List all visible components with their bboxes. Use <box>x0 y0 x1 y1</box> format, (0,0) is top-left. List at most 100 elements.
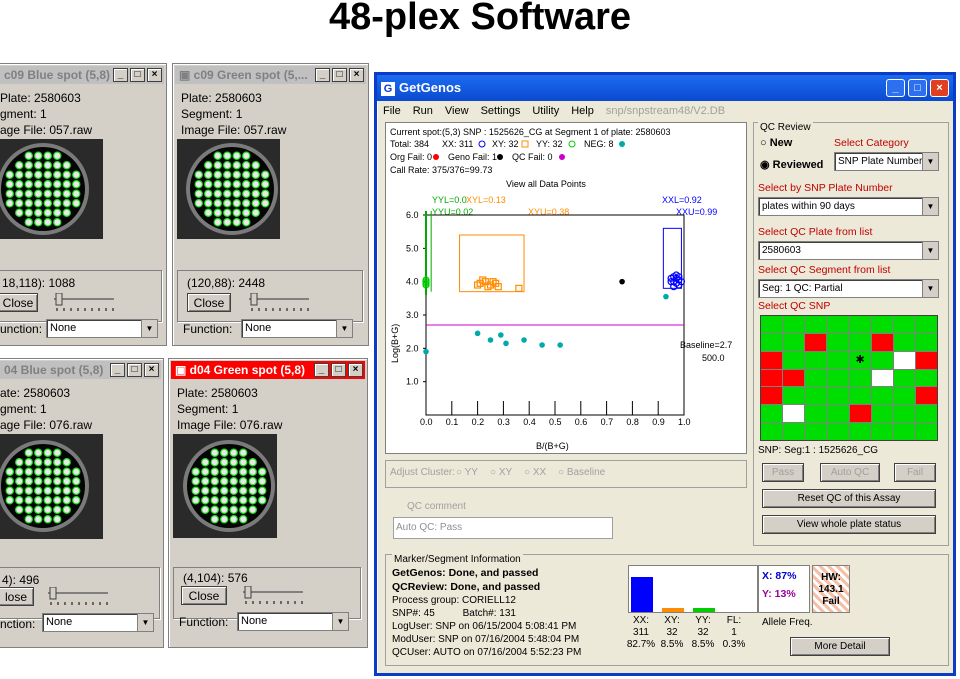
function-select[interactable]: None ▼ <box>42 613 154 632</box>
snp-grid-cell[interactable] <box>761 423 783 440</box>
close-button[interactable]: Close <box>181 586 227 605</box>
chevron-down-icon[interactable]: ▼ <box>336 320 352 337</box>
snp-grid-cell[interactable] <box>783 423 805 440</box>
snp-grid-cell[interactable] <box>849 316 871 333</box>
snp-grid-cell[interactable] <box>915 369 937 387</box>
maximize-button[interactable]: □ <box>908 79 927 97</box>
minimize-button[interactable]: _ <box>886 79 905 97</box>
view-plate-status-button[interactable]: View whole plate status <box>762 515 936 534</box>
snp-grid-cell[interactable] <box>893 333 915 351</box>
threshold-slider[interactable] <box>46 586 110 607</box>
radio-xy[interactable]: ○ XY <box>490 467 512 478</box>
close-button[interactable]: Close <box>0 293 38 312</box>
snp-grid-cell[interactable] <box>805 369 827 387</box>
snp-grid-cell[interactable] <box>827 333 849 351</box>
snp-grid-cell[interactable] <box>893 351 915 369</box>
snp-grid-cell[interactable] <box>849 369 871 387</box>
pass-button[interactable]: Pass <box>762 463 804 482</box>
snp-grid-cell[interactable] <box>893 387 915 405</box>
close-button[interactable]: Close <box>187 293 231 312</box>
snp-grid-cell[interactable] <box>783 333 805 351</box>
snp-plate-select[interactable]: plates within 90 days ▼ <box>758 197 939 216</box>
radio-yy[interactable]: ○ YY <box>456 467 478 478</box>
qc-comment-input[interactable]: Auto QC: Pass <box>393 517 613 539</box>
minimize-button[interactable]: _ <box>113 68 128 82</box>
snp-grid-cell[interactable] <box>915 387 937 405</box>
minimize-button[interactable]: _ <box>315 68 330 82</box>
snp-grid-cell[interactable] <box>761 351 783 369</box>
chevron-down-icon[interactable]: ▼ <box>922 280 938 297</box>
function-select[interactable]: None ▼ <box>241 319 353 338</box>
close-window-button[interactable]: × <box>144 363 159 377</box>
snp-grid-cell[interactable] <box>761 369 783 387</box>
fail-button[interactable]: Fail <box>894 463 936 482</box>
threshold-slider[interactable] <box>52 292 116 313</box>
title-bar[interactable]: G GetGenos <box>377 75 953 101</box>
chevron-down-icon[interactable]: ▼ <box>141 320 157 337</box>
close-window-button[interactable]: × <box>930 79 949 97</box>
snp-grid-cell[interactable] <box>849 333 871 351</box>
snp-grid-cell[interactable] <box>849 387 871 405</box>
chevron-down-icon[interactable]: ▼ <box>922 242 938 259</box>
function-select[interactable]: None ▼ <box>237 612 349 631</box>
selected-snp-cell[interactable]: ✱ <box>849 351 871 369</box>
snp-grid-cell[interactable] <box>805 333 827 351</box>
snp-grid-cell[interactable] <box>893 423 915 440</box>
snp-grid-cell[interactable] <box>915 423 937 440</box>
auto-qc-button[interactable]: Auto QC <box>820 463 880 482</box>
snp-grid-cell[interactable] <box>761 333 783 351</box>
threshold-slider[interactable] <box>241 585 305 606</box>
snp-grid-cell[interactable] <box>893 405 915 423</box>
menu-utility[interactable]: Utility <box>532 105 559 121</box>
snp-grid[interactable]: ✱ <box>760 315 938 441</box>
snp-grid-cell[interactable] <box>827 405 849 423</box>
snp-grid-cell[interactable] <box>893 369 915 387</box>
snp-grid-cell[interactable] <box>783 369 805 387</box>
menu-help[interactable]: Help <box>571 105 594 121</box>
snp-grid-cell[interactable] <box>805 423 827 440</box>
snp-grid-cell[interactable] <box>805 405 827 423</box>
snp-grid-cell[interactable] <box>783 387 805 405</box>
close-window-button[interactable]: × <box>147 68 162 82</box>
snp-grid-cell[interactable] <box>871 423 893 440</box>
menu-run[interactable]: Run <box>413 105 433 121</box>
maximize-button[interactable]: □ <box>331 363 346 377</box>
scatter-plot[interactable]: Current spot:(5,3) SNP : 1525626_CG at S… <box>386 123 748 455</box>
snp-grid-cell[interactable] <box>827 351 849 369</box>
close-button[interactable]: lose <box>0 587 34 606</box>
snp-grid-cell[interactable] <box>915 316 937 333</box>
menu-settings[interactable]: Settings <box>481 105 521 121</box>
snp-grid-cell[interactable] <box>849 423 871 440</box>
radio-baseline[interactable]: ○ Baseline <box>558 467 605 478</box>
snp-grid-cell[interactable] <box>783 405 805 423</box>
radio-new[interactable]: ○ New <box>760 137 792 149</box>
snp-grid-cell[interactable] <box>915 351 937 369</box>
chevron-down-icon[interactable]: ▼ <box>922 153 938 170</box>
close-window-button[interactable]: × <box>349 68 364 82</box>
snp-grid-cell[interactable] <box>805 316 827 333</box>
snp-grid-cell[interactable] <box>871 387 893 405</box>
snp-grid-cell[interactable] <box>871 369 893 387</box>
minimize-button[interactable]: _ <box>314 363 329 377</box>
snp-grid-cell[interactable] <box>827 316 849 333</box>
snp-grid-cell[interactable] <box>871 405 893 423</box>
snp-grid-cell[interactable] <box>827 387 849 405</box>
segment-select[interactable]: Seg: 1 QC: Partial ▼ <box>758 279 939 298</box>
threshold-slider[interactable] <box>247 292 311 313</box>
snp-grid-cell[interactable] <box>871 316 893 333</box>
snp-grid-cell[interactable] <box>761 316 783 333</box>
snp-grid-cell[interactable] <box>827 369 849 387</box>
maximize-button[interactable]: □ <box>127 363 142 377</box>
snp-grid-cell[interactable] <box>783 351 805 369</box>
snp-grid-cell[interactable] <box>915 405 937 423</box>
snp-grid-cell[interactable] <box>827 423 849 440</box>
qc-plate-select[interactable]: 2580603 ▼ <box>758 241 939 260</box>
menu-file[interactable]: File <box>383 105 401 121</box>
radio-reviewed[interactable]: ◉ Reviewed <box>760 158 823 171</box>
chevron-down-icon[interactable]: ▼ <box>137 614 153 631</box>
menu-view[interactable]: View <box>445 105 469 121</box>
chevron-down-icon[interactable]: ▼ <box>922 198 938 215</box>
maximize-button[interactable]: □ <box>332 68 347 82</box>
snp-grid-cell[interactable] <box>805 387 827 405</box>
function-select[interactable]: None ▼ <box>46 319 158 338</box>
